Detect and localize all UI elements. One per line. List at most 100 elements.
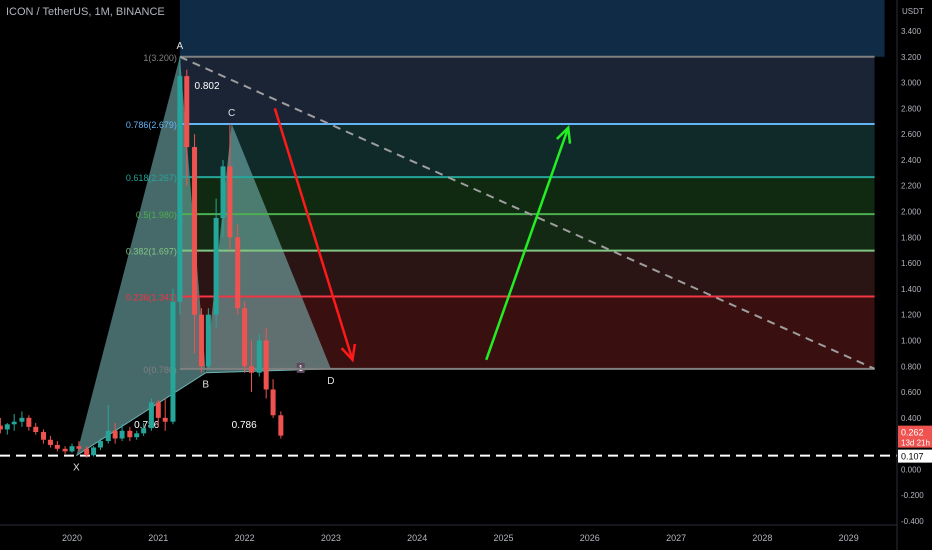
fib-label: 0.618(2.267): [126, 173, 177, 183]
symbol-label[interactable]: ICON / TetherUS: [6, 6, 88, 18]
price-tick: 2.000: [901, 208, 922, 217]
candle: [91, 446, 97, 457]
fib-zone: [179, 123, 875, 178]
time-tick: 2024: [407, 533, 427, 543]
price-tick: 2.800: [901, 104, 922, 113]
candle-body: [278, 415, 284, 436]
fib-zone: [179, 177, 875, 215]
price-tick: 1.400: [901, 285, 922, 294]
candle-body: [184, 76, 190, 148]
candle: [278, 411, 284, 439]
candle: [198, 308, 204, 373]
candle-body: [249, 366, 255, 373]
candle-body: [19, 417, 25, 422]
level-value: 0.107: [901, 452, 924, 462]
candle-body: [256, 340, 262, 373]
candle-body: [177, 76, 183, 302]
candle: [177, 56, 183, 315]
pattern-point-a: A: [177, 41, 184, 52]
time-tick: 2026: [580, 533, 600, 543]
candle-body: [205, 314, 211, 367]
candle-body: [148, 402, 154, 429]
candle-body: [84, 448, 90, 456]
candle-body: [47, 439, 53, 445]
price-tick: 1.000: [901, 336, 922, 345]
candle-body: [76, 446, 82, 449]
candle: [242, 301, 248, 373]
candle: [148, 398, 154, 431]
ratio-xb: 0.786: [134, 420, 159, 431]
price-tick: 1.200: [901, 311, 922, 320]
candle-body: [41, 432, 47, 440]
candle: [205, 308, 211, 369]
price-chart[interactable]: XABCD0.8020.7860.7861 1(3.200)0.786(2.67…: [0, 0, 932, 550]
candle-body: [112, 430, 118, 439]
fib-label: 0.236(1.341): [126, 293, 177, 303]
fib-zone-top: [179, 0, 885, 57]
fib-label: 0.5(1.980): [136, 210, 177, 220]
price-tick: 1.800: [901, 233, 922, 242]
time-tick: 2025: [493, 533, 513, 543]
current-price-value: 0.262: [901, 428, 924, 438]
candle-body: [162, 417, 168, 422]
price-axis-currency: USDT: [902, 7, 924, 16]
time-tick: 2028: [752, 533, 772, 543]
price-tick: 0.600: [901, 388, 922, 397]
candle-body: [97, 441, 103, 448]
pattern-point-b: B: [202, 380, 209, 391]
time-tick: 2021: [148, 533, 168, 543]
candle-body: [0, 425, 3, 430]
pattern-point-c: C: [228, 108, 235, 119]
fib-label: 1(3.200): [143, 53, 177, 63]
candle-body: [11, 421, 17, 425]
candle-body: [155, 402, 161, 418]
price-tick: 3.400: [901, 27, 922, 36]
price-tick: 0.800: [901, 362, 922, 371]
candle: [213, 198, 219, 328]
price-tick: 1.600: [901, 259, 922, 268]
fib-label: 0.786(2.679): [126, 120, 177, 130]
interval-label[interactable]: 1M: [94, 6, 109, 18]
candle-body: [270, 389, 276, 416]
candle-body: [263, 340, 269, 390]
candle-body: [227, 166, 233, 238]
price-tick: 2.400: [901, 156, 922, 165]
time-tick: 2027: [666, 533, 686, 543]
candle-body: [127, 430, 133, 438]
time-tick: 2029: [839, 533, 859, 543]
price-tick: 0.000: [901, 465, 922, 474]
candle-body: [220, 166, 226, 218]
price-tick: -0.200: [901, 491, 924, 500]
price-tick: 2.600: [901, 130, 922, 139]
candle-countdown: 13d 21h: [901, 439, 930, 448]
pattern-point-d: D: [327, 376, 334, 387]
time-tick: 2023: [321, 533, 341, 543]
candle-body: [69, 446, 75, 452]
candle-body: [54, 444, 60, 449]
price-tick: -0.400: [901, 517, 924, 526]
price-tick: 0.400: [901, 414, 922, 423]
candle-body: [105, 430, 111, 442]
fib-zone: [179, 56, 875, 124]
chart-header: ICON / TetherUS, 1M, BINANCE: [6, 6, 165, 18]
price-tick: 2.200: [901, 182, 922, 191]
candle-body: [4, 424, 10, 430]
candle-body: [170, 301, 176, 422]
price-tick: 3.000: [901, 79, 922, 88]
price-tick: 3.200: [901, 53, 922, 62]
candle-body: [242, 308, 248, 367]
candle-body: [62, 448, 68, 452]
candle-body: [33, 426, 39, 433]
candle-body: [91, 447, 97, 456]
candle-body: [141, 428, 147, 434]
candle-body: [198, 314, 204, 367]
time-tick: 2022: [235, 533, 255, 543]
candle-body: [26, 417, 32, 427]
exchange-label: BINANCE: [115, 6, 165, 18]
candle: [170, 288, 176, 425]
candle-body: [235, 237, 241, 309]
candle: [235, 224, 241, 315]
pattern-point-x: X: [73, 463, 80, 474]
candle-body: [134, 433, 140, 438]
candle-body: [192, 147, 198, 315]
